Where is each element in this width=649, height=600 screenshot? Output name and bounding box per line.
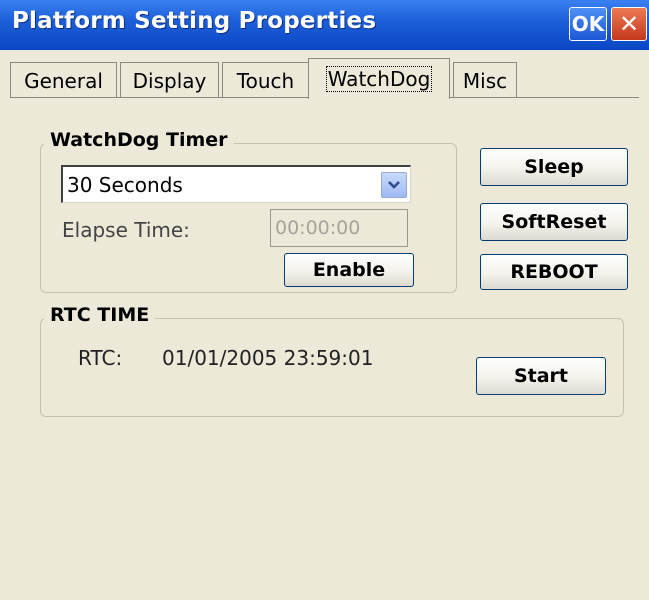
watchdog-group-title: WatchDog Timer <box>44 129 234 151</box>
rtc-group-title: RTC TIME <box>44 304 156 326</box>
chevron-down-icon[interactable] <box>381 172 407 198</box>
timer-selected-value: 30 Seconds <box>67 173 183 197</box>
start-button[interactable]: Start <box>476 357 606 395</box>
tab-watchdog[interactable]: WatchDog <box>308 58 450 99</box>
tab-display[interactable]: Display <box>120 62 219 98</box>
tab-label: Touch <box>236 68 295 93</box>
tab-label: Display <box>132 68 207 93</box>
watchdog-timer-select[interactable]: 30 Seconds <box>61 165 411 203</box>
tab-label: General <box>24 68 103 93</box>
elapse-time-label: Elapse Time: <box>62 218 190 242</box>
sleep-button[interactable]: Sleep <box>480 148 628 186</box>
softreset-button[interactable]: SoftReset <box>480 203 628 241</box>
rtc-label: RTC: <box>78 346 123 370</box>
tab-general[interactable]: General <box>10 62 117 98</box>
tab-misc[interactable]: Misc <box>453 62 517 98</box>
title-bar: Platform Setting Properties OK ✕ <box>0 0 649 50</box>
tab-label: Misc <box>462 68 508 93</box>
enable-button[interactable]: Enable <box>284 253 414 287</box>
close-icon: ✕ <box>618 10 640 38</box>
close-button[interactable]: ✕ <box>611 7 647 41</box>
rtc-value: 01/01/2005 23:59:01 <box>162 346 374 370</box>
reboot-button[interactable]: REBOOT <box>480 254 628 290</box>
elapse-time-value: 00:00:00 <box>275 217 361 239</box>
window-title: Platform Setting Properties <box>12 8 377 34</box>
tab-label: WatchDog <box>325 66 433 92</box>
tab-touch[interactable]: Touch <box>222 62 309 98</box>
elapse-time-field: 00:00:00 <box>270 209 408 247</box>
ok-button[interactable]: OK <box>569 7 607 41</box>
